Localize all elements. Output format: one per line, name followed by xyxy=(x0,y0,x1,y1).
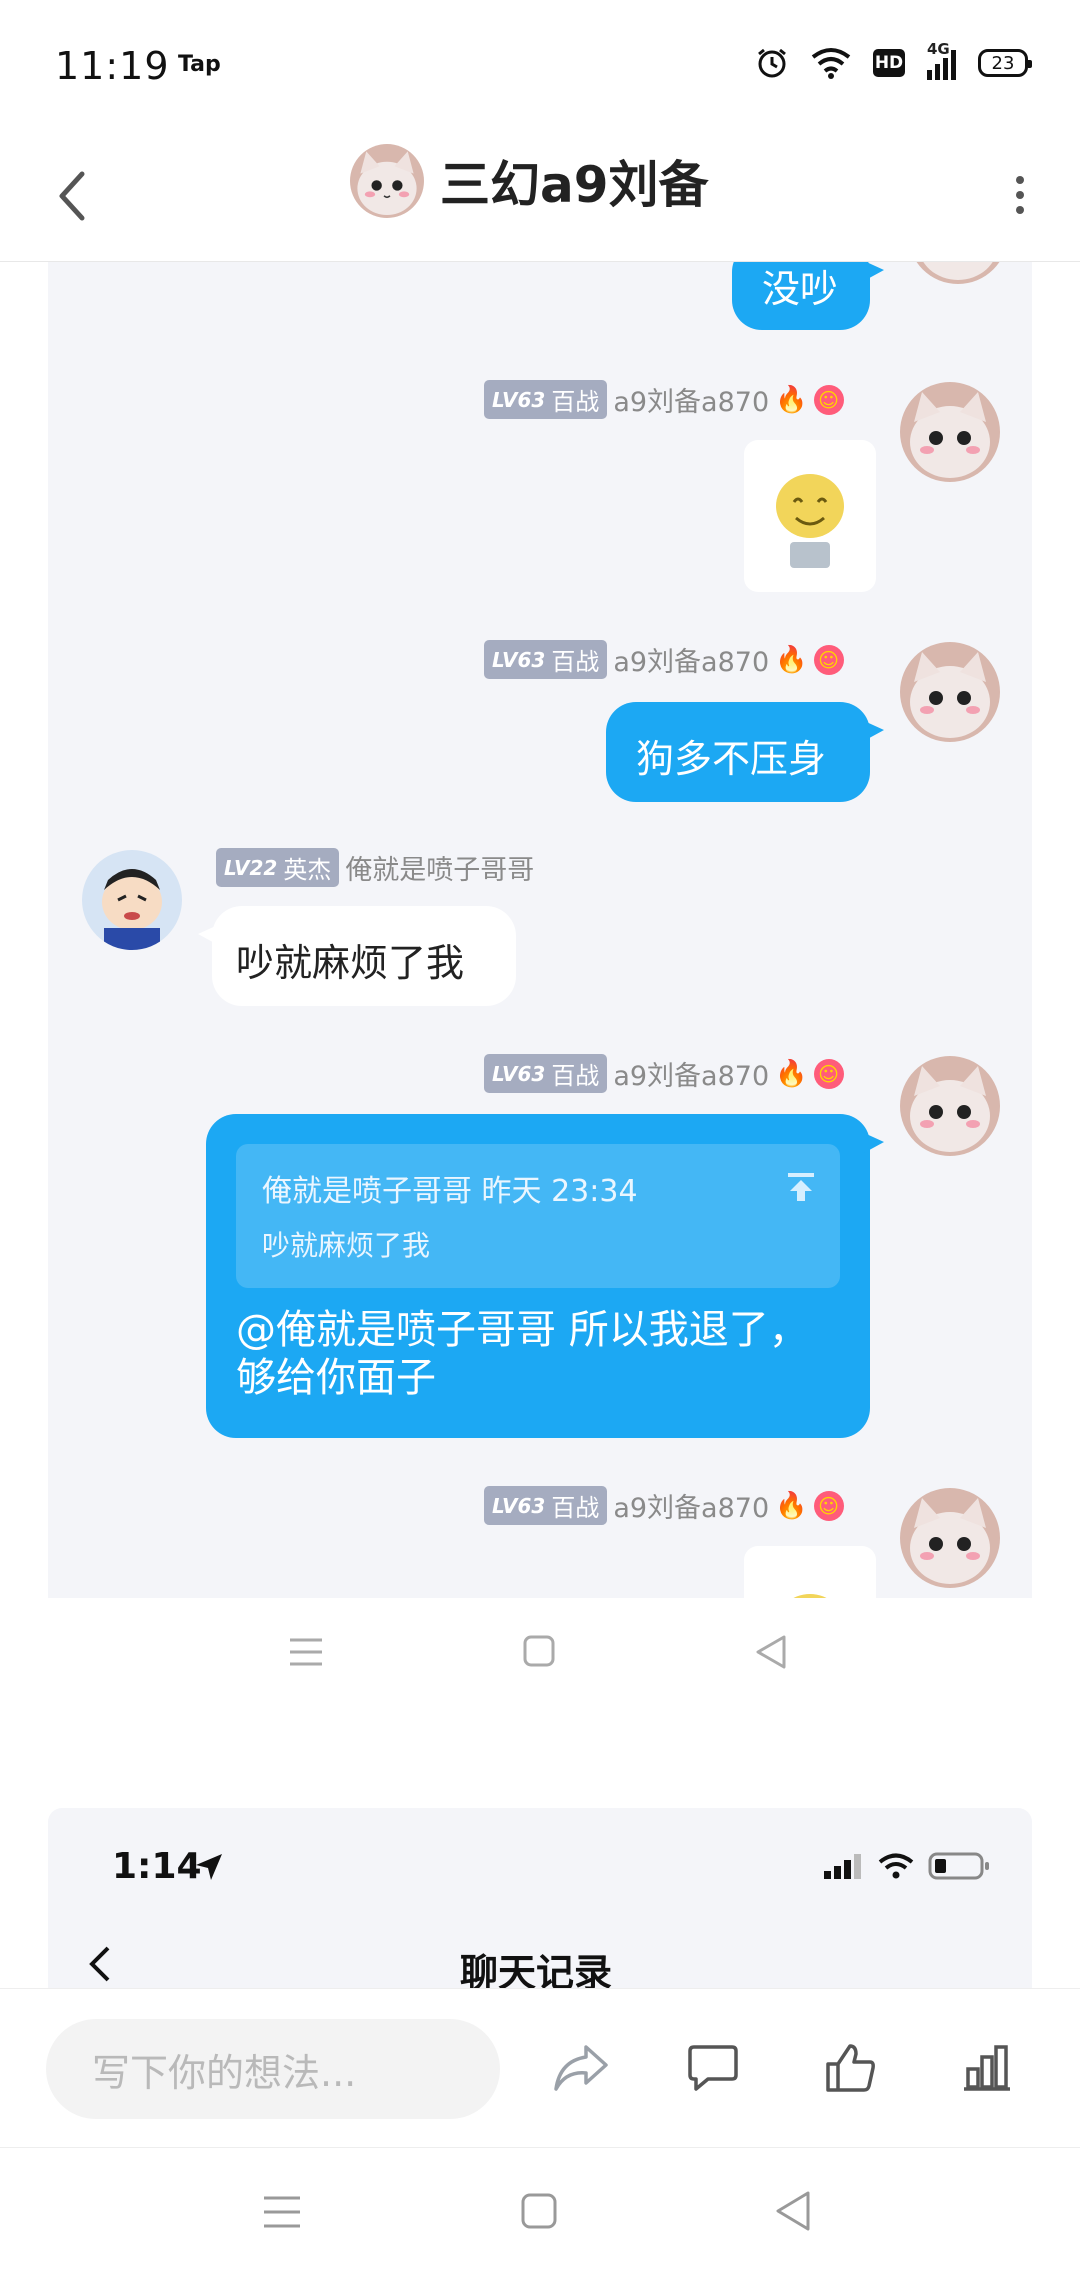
message-text: 吵就麻烦了我 xyxy=(236,941,465,985)
like-button[interactable] xyxy=(806,2023,896,2113)
stats-icon xyxy=(964,2045,1010,2091)
jump-up-icon[interactable] xyxy=(784,1170,818,1204)
action-bar: 写下你的想法... xyxy=(0,1988,1080,2148)
back-icon xyxy=(59,171,85,221)
sticker-image[interactable] xyxy=(744,440,876,592)
chat-bubble[interactable]: 狗多不压身 xyxy=(606,702,884,802)
comment-icon xyxy=(688,2045,738,2091)
username: 俺就是喷子哥哥 xyxy=(345,855,535,886)
avatar[interactable] xyxy=(900,1056,1000,1156)
home-icon xyxy=(523,1635,555,1667)
back-icon xyxy=(89,1946,110,1982)
page-title: 三幻a9刘备 xyxy=(440,156,709,214)
status-app-label: Tap xyxy=(178,52,221,77)
chat-screenshot[interactable]: 没吵 LV63 百战 a9刘备a870 🔥 ☺ LV63 百战 a9刘备a870 🔥… xyxy=(48,262,1032,1598)
quoted-message[interactable]: 俺就是喷子哥哥 昨天 23:34 吵就麻烦了我 xyxy=(236,1144,840,1288)
network-label: 4G xyxy=(927,40,950,58)
emoji-badge-icon: ☺ xyxy=(813,1058,844,1089)
like-icon xyxy=(826,2044,875,2092)
fire-icon: 🔥 xyxy=(775,1490,808,1521)
screenshot-status-icons xyxy=(824,1852,990,1880)
emoji-badge-icon: ☺ xyxy=(813,1490,844,1521)
more-button[interactable] xyxy=(990,160,1050,230)
home-icon[interactable] xyxy=(520,2192,558,2230)
screenshot-time: 1:14 xyxy=(112,1846,202,1887)
message-meta: LV63 百战 a9刘备a870 🔥 ☺ xyxy=(484,1486,844,1525)
alarm-icon xyxy=(758,48,786,78)
message-meta: LV63 百战 a9刘备a870 🔥 ☺ xyxy=(484,380,844,419)
avatar[interactable] xyxy=(900,382,1000,482)
username: a9刘备a870 xyxy=(613,1493,770,1524)
screenshot-nav-bar xyxy=(0,1598,1080,1710)
header-center[interactable]: 三幻a9刘备 xyxy=(350,144,709,218)
fire-icon: 🔥 xyxy=(775,384,808,415)
menu-icon[interactable] xyxy=(262,2194,302,2230)
message-meta: LV63 百战 a9刘备a870 🔥 ☺ xyxy=(484,640,844,679)
avatar[interactable] xyxy=(350,144,424,218)
wifi-icon xyxy=(811,48,851,79)
status-time: 11:19 xyxy=(55,44,170,88)
hd-badge: HD xyxy=(873,49,905,77)
level-badge: LV63 百战 xyxy=(484,1486,608,1525)
username: a9刘备a870 xyxy=(613,1061,770,1092)
signal-icon xyxy=(824,1854,861,1879)
status-bar: 11:19 Tap HD 4G 23 xyxy=(0,0,1080,130)
triangle-back-icon xyxy=(756,1635,786,1669)
avatar[interactable] xyxy=(82,850,182,950)
triangle-back-icon[interactable] xyxy=(774,2190,812,2232)
battery-icon xyxy=(928,1852,989,1880)
emoji-badge-icon: ☺ xyxy=(813,644,844,675)
menu-icon xyxy=(290,1638,322,1666)
screenshot-title: 聊天记录 xyxy=(460,1951,613,1988)
level-badge: LV22 英杰 xyxy=(216,848,340,887)
message-meta: LV63 百战 a9刘备a870 🔥 ☺ xyxy=(484,1054,844,1093)
quote-text: 吵就麻烦了我 xyxy=(262,1229,431,1262)
avatar[interactable] xyxy=(900,1488,1000,1588)
message-text: 狗多不压身 xyxy=(636,737,827,781)
battery-indicator: 23 xyxy=(978,49,1032,77)
stats-button[interactable] xyxy=(942,2023,1032,2113)
quote-header: 俺就是喷子哥哥 昨天 23:34 xyxy=(262,1174,638,1209)
share-button[interactable] xyxy=(536,2023,626,2113)
signal-icon: 4G xyxy=(927,40,956,80)
comment-button[interactable] xyxy=(668,2023,758,2113)
username: a9刘备a870 xyxy=(613,387,770,418)
fire-icon: 🔥 xyxy=(775,644,808,675)
avatar[interactable] xyxy=(900,642,1000,742)
fire-icon: 🔥 xyxy=(775,1058,808,1089)
emoji-badge-icon: ☺ xyxy=(813,384,844,415)
wifi-icon xyxy=(878,1853,914,1879)
chat-bubble: 没吵 xyxy=(732,262,884,330)
more-icon xyxy=(1016,176,1024,214)
username: a9刘备a870 xyxy=(613,647,770,678)
level-badge: LV63 百战 xyxy=(484,380,608,419)
message-text: @俺就是喷子哥哥 所以我退了，够给你面子 xyxy=(236,1307,809,1401)
system-nav-bar xyxy=(0,2148,1080,2280)
reply-bubble[interactable]: 俺就是喷子哥哥 昨天 23:34 吵就麻烦了我 @俺就是喷子哥哥 所以我退了，够… xyxy=(206,1114,884,1438)
back-button[interactable] xyxy=(42,156,102,236)
message-text: 没吵 xyxy=(762,267,839,311)
chat-header: 三幻a9刘备 xyxy=(0,130,1080,262)
comment-input[interactable]: 写下你的想法... xyxy=(46,2019,500,2119)
second-screenshot[interactable]: 1:14 聊天记录 xyxy=(48,1808,1032,1988)
share-icon xyxy=(554,2045,608,2091)
status-icons: HD 4G 23 xyxy=(755,40,1032,80)
message-meta: LV22 英杰 俺就是喷子哥哥 xyxy=(216,848,534,887)
level-badge: LV63 百战 xyxy=(484,1054,608,1093)
location-arrow-icon xyxy=(196,1854,222,1880)
avatar xyxy=(908,262,1008,284)
sticker-image[interactable] xyxy=(744,1546,876,1598)
level-badge: LV63 百战 xyxy=(484,640,608,679)
chat-bubble[interactable]: 吵就麻烦了我 xyxy=(198,906,516,1006)
